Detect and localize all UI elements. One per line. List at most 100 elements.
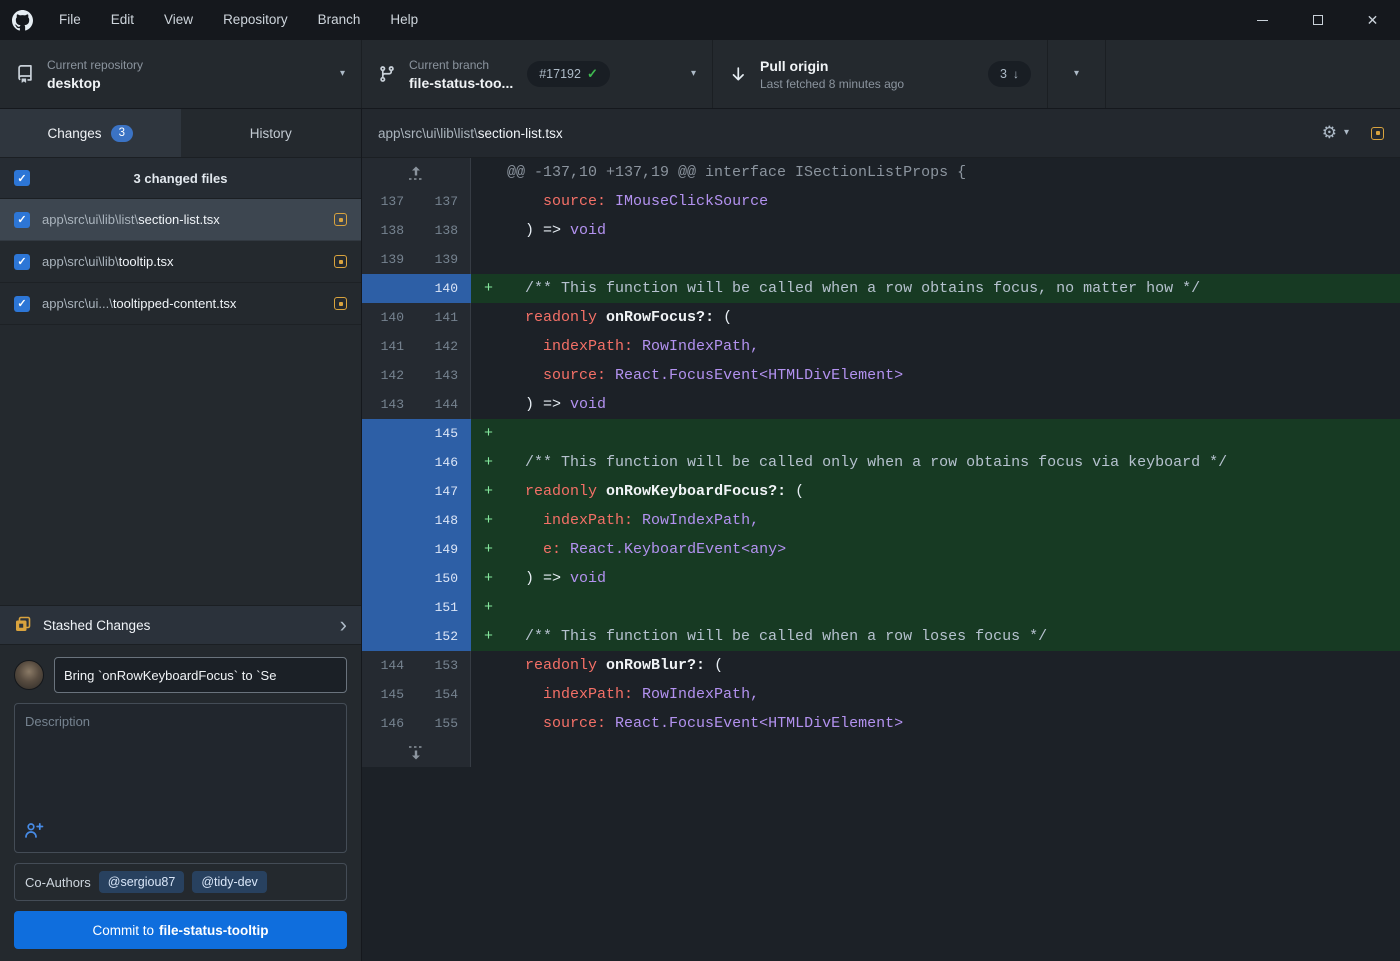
- plus-sign: +: [484, 274, 493, 303]
- line-number-new: 145: [416, 419, 471, 448]
- diff-line-row[interactable]: 152+ /** This function will be called wh…: [362, 622, 1400, 651]
- diff-line-row[interactable]: 145154 indexPath: RowIndexPath,: [362, 680, 1400, 709]
- plus-sign: +: [484, 477, 493, 506]
- current-repository-button[interactable]: Current repository desktop ▾: [0, 40, 362, 108]
- select-all-checkbox[interactable]: ✓: [14, 170, 30, 186]
- file-checkbox[interactable]: ✓: [14, 296, 30, 312]
- file-path: app\src\ui...\tooltipped-content.tsx: [42, 296, 322, 311]
- tab-changes[interactable]: Changes 3: [0, 109, 181, 157]
- line-number-old: [362, 477, 416, 506]
- branch-icon: [378, 65, 396, 83]
- line-number-old: 145: [362, 680, 416, 709]
- diff-line-row[interactable]: 137137 source: IMouseClickSource: [362, 187, 1400, 216]
- file-row[interactable]: ✓ app\src\ui...\tooltipped-content.tsx: [0, 283, 361, 325]
- expand-up-button[interactable]: [362, 158, 471, 187]
- close-button[interactable]: ✕: [1345, 0, 1400, 40]
- diff-expand-row: [362, 738, 1400, 767]
- minimize-button[interactable]: [1235, 0, 1290, 40]
- diff-hunk-row[interactable]: @@ -137,10 +137,19 @@ interface ISection…: [362, 158, 1400, 187]
- diff-line-content: + ) => void: [471, 564, 1400, 593]
- line-number-new: 137: [416, 187, 471, 216]
- file-checkbox[interactable]: ✓: [14, 212, 30, 228]
- diff-line-row[interactable]: 141142 indexPath: RowIndexPath,: [362, 332, 1400, 361]
- diff-line-row[interactable]: 140141 readonly onRowFocus?: (: [362, 303, 1400, 332]
- tab-history[interactable]: History: [181, 109, 362, 157]
- line-number-old: 143: [362, 390, 416, 419]
- diff-line-row[interactable]: 146155 source: React.FocusEvent<HTMLDivE…: [362, 709, 1400, 738]
- line-number-new: 147: [416, 477, 471, 506]
- diff-rows: @@ -137,10 +137,19 @@ interface ISection…: [362, 158, 1400, 961]
- person-plus-icon: [24, 822, 44, 844]
- file-modified-status-icon: [1371, 127, 1384, 140]
- repository-label: Current repository: [47, 58, 143, 72]
- diff-line-row[interactable]: 143144 ) => void: [362, 390, 1400, 419]
- diff-line-row[interactable]: 146+ /** This function will be called on…: [362, 448, 1400, 477]
- diff-line-row[interactable]: 139139: [362, 245, 1400, 274]
- sidebar: Changes 3 History ✓ 3 changed files ✓app…: [0, 109, 362, 961]
- pull-origin-button[interactable]: Pull origin Last fetched 8 minutes ago 3…: [713, 40, 1048, 108]
- current-branch-button[interactable]: Current branch file-status-too... #17192…: [362, 40, 713, 108]
- diff-line-content: source: IMouseClickSource: [471, 187, 1400, 216]
- pr-status-badge[interactable]: #17192 ✓: [527, 61, 610, 87]
- line-number-new: 154: [416, 680, 471, 709]
- pull-subtitle: Last fetched 8 minutes ago: [760, 77, 904, 91]
- coauthor-chip[interactable]: @sergiou87: [99, 871, 185, 893]
- stashed-changes-row[interactable]: Stashed Changes ›: [0, 605, 361, 645]
- menu-edit[interactable]: Edit: [96, 0, 149, 40]
- diff-line-row[interactable]: 140+ /** This function will be called wh…: [362, 274, 1400, 303]
- diff-line-row[interactable]: 150+ ) => void: [362, 564, 1400, 593]
- pull-dropdown-button[interactable]: ▾: [1048, 40, 1106, 108]
- diff-line-row[interactable]: 149+ e: React.KeyboardEvent<any>: [362, 535, 1400, 564]
- commit-description-input[interactable]: [15, 704, 346, 817]
- branch-label: Current branch: [409, 58, 513, 72]
- diff-line-content: + indexPath: RowIndexPath,: [471, 506, 1400, 535]
- diff-line-content: + /** This function will be called only …: [471, 448, 1400, 477]
- diff-file-path: app\src\ui\lib\list\section-list.tsx: [378, 126, 1322, 141]
- menu-view[interactable]: View: [149, 0, 208, 40]
- diff-line-row[interactable]: 144153 readonly onRowBlur?: (: [362, 651, 1400, 680]
- coauthor-chip[interactable]: @tidy-dev: [192, 871, 266, 893]
- line-number-old: [362, 564, 416, 593]
- sidebar-tabs: Changes 3 History: [0, 109, 361, 158]
- menu-file[interactable]: File: [44, 0, 96, 40]
- diff-line-row[interactable]: 151+: [362, 593, 1400, 622]
- line-number-old: [362, 419, 416, 448]
- maximize-button[interactable]: [1290, 0, 1345, 40]
- minimize-icon: [1257, 20, 1268, 21]
- commit-form: Co-Authors @sergiou87@tidy-dev Commit to…: [0, 645, 361, 961]
- commit-summary-input[interactable]: [54, 657, 347, 693]
- diff-line-row[interactable]: 147+ readonly onRowKeyboardFocus?: (: [362, 477, 1400, 506]
- commit-button[interactable]: Commit to file-status-tooltip: [14, 911, 347, 949]
- diff-line-row[interactable]: 142143 source: React.FocusEvent<HTMLDivE…: [362, 361, 1400, 390]
- line-number-new: 151: [416, 593, 471, 622]
- add-coauthor-button[interactable]: [24, 822, 44, 844]
- coauthors-chips: @sergiou87 @tidy-dev: [99, 871, 267, 893]
- chevron-down-icon: ▾: [691, 69, 696, 79]
- diff-line-row[interactable]: 148+ indexPath: RowIndexPath,: [362, 506, 1400, 535]
- file-path: app\src\ui\lib\list\section-list.tsx: [42, 212, 322, 227]
- diff-line-row[interactable]: 145+: [362, 419, 1400, 448]
- diff-path-prefix: app\src\ui\lib\list\: [378, 126, 478, 141]
- line-number-old: [362, 448, 416, 477]
- menu-repository[interactable]: Repository: [208, 0, 303, 40]
- expand-down-button[interactable]: [362, 738, 471, 767]
- diff-line-content: source: React.FocusEvent<HTMLDivElement>: [471, 709, 1400, 738]
- line-number-new: 148: [416, 506, 471, 535]
- diff-line-row[interactable]: 138138 ) => void: [362, 216, 1400, 245]
- window-controls: ✕: [1235, 0, 1400, 40]
- chevron-right-icon: ›: [340, 614, 347, 636]
- avatar: [14, 660, 44, 690]
- line-number-new: 149: [416, 535, 471, 564]
- diff-options-button[interactable]: ⚙ ▾: [1322, 125, 1349, 142]
- diff-line-content: ) => void: [471, 390, 1400, 419]
- menu-help[interactable]: Help: [375, 0, 433, 40]
- file-row[interactable]: ✓ app\src\ui\lib\list\section-list.tsx: [0, 199, 361, 241]
- file-checkbox[interactable]: ✓: [14, 254, 30, 270]
- file-row[interactable]: ✓app\src\ui\lib\tooltip.tsx: [0, 241, 361, 283]
- changes-count-badge: 3: [111, 125, 133, 142]
- plus-sign: +: [484, 535, 493, 564]
- repository-name: desktop: [47, 75, 143, 91]
- menu-branch[interactable]: Branch: [303, 0, 376, 40]
- line-number-old: 146: [362, 709, 416, 738]
- branch-name: file-status-too...: [409, 75, 513, 91]
